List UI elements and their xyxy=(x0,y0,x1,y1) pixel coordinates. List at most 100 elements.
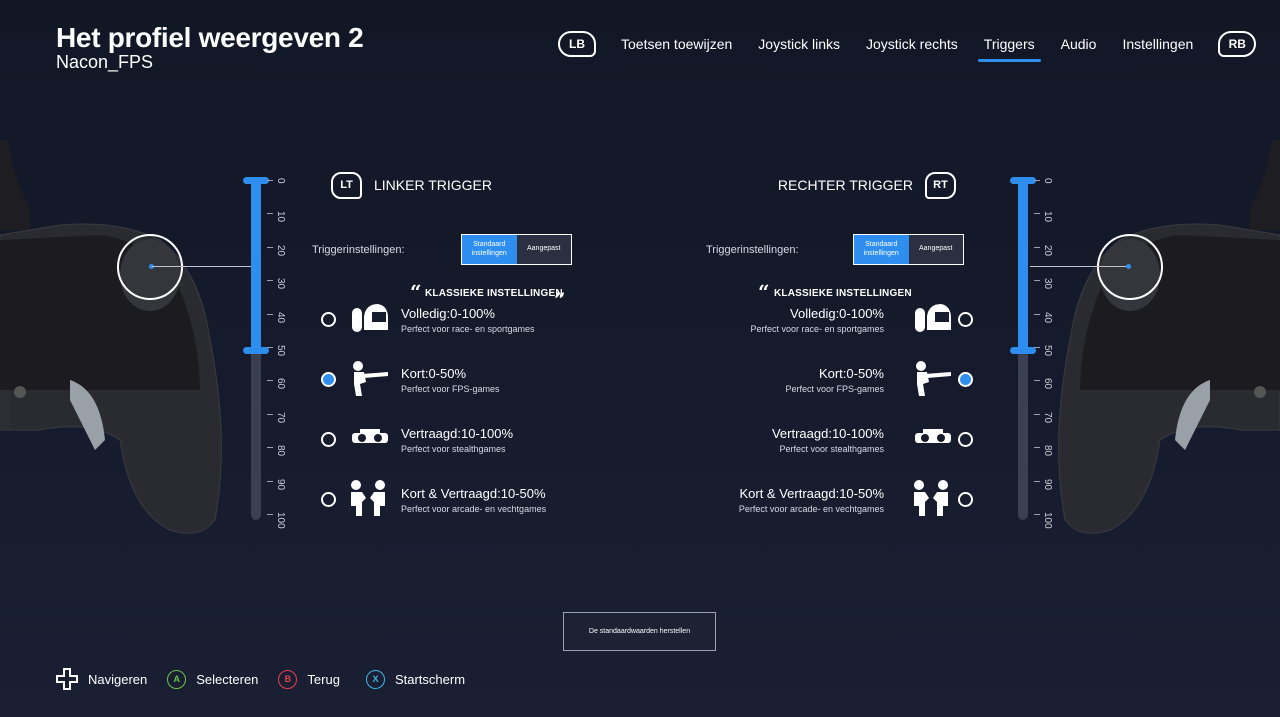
shooter-icon xyxy=(916,361,951,396)
slider-tick-mark xyxy=(267,413,273,415)
trigger-settings-toggle[interactable]: Standaard instellingen Aangepast xyxy=(853,234,964,265)
left-option-short[interactable]: Kort:0-50% Perfect voor FPS-games xyxy=(320,358,590,408)
right-option-delayed[interactable]: Vertraagd:10-100% Perfect voor stealthga… xyxy=(705,418,975,468)
tab-triggers[interactable]: Triggers xyxy=(977,30,1041,62)
option-subtitle: Perfect voor FPS-games xyxy=(401,384,500,394)
slider-tick-mark xyxy=(1034,413,1040,415)
slider-tick-label: 60 xyxy=(1042,378,1053,390)
slider-tick-label: 10 xyxy=(1042,211,1053,223)
reset-defaults-button[interactable]: De standaardwaarden herstellen xyxy=(563,612,716,651)
slider-tick-mark xyxy=(267,280,273,282)
right-controller-image xyxy=(1030,140,1280,540)
right-trigger-panel: RECHTER TRIGGER RT Triggerinstellingen: … xyxy=(704,170,964,302)
fighters-icon xyxy=(914,480,948,516)
option-radio[interactable] xyxy=(321,492,336,507)
option-title: Vertraagd:10-100% xyxy=(771,426,884,441)
slider-tick-label: 20 xyxy=(1042,244,1053,256)
slider-tick-label: 0 xyxy=(275,178,286,184)
slider-tick-mark xyxy=(267,347,273,348)
slider-tick-mark xyxy=(1034,180,1040,181)
option-radio[interactable] xyxy=(958,492,973,507)
slider-tick-mark xyxy=(267,380,273,382)
left-trigger-panel: LT LINKER TRIGGER Triggerinstellingen: S… xyxy=(312,170,572,310)
slider-tick-mark xyxy=(1034,480,1040,482)
custom-settings-option[interactable]: Aangepast xyxy=(908,235,963,264)
tab-joystick-rechts[interactable]: Joystick rechts xyxy=(860,30,964,58)
lb-bumper-icon[interactable]: LB xyxy=(558,31,596,57)
b-button-icon: B xyxy=(278,669,298,689)
tab-toetsen-toewijzen[interactable]: Toetsen toewijzen xyxy=(615,30,738,58)
slider-tick-mark xyxy=(267,180,273,181)
slider-tick-mark xyxy=(267,213,273,215)
option-title: Kort & Vertraagd:10-50% xyxy=(739,486,884,501)
left-option-delayed[interactable]: Vertraagd:10-100% Perfect voor stealthga… xyxy=(320,418,590,468)
option-title: Kort:0-50% xyxy=(818,366,884,381)
slider-tick-label: 100 xyxy=(275,512,286,529)
option-radio[interactable] xyxy=(321,432,336,447)
left-trigger-slider[interactable]: 0 10 20 30 40 50 60 70 80 90 100 xyxy=(243,176,317,529)
slider-tick-mark xyxy=(267,313,273,315)
option-title: Volledig:0-100% xyxy=(401,306,495,321)
profile-name: Nacon_FPS xyxy=(56,52,154,72)
right-trigger-slider[interactable]: 0 10 20 30 40 50 60 70 80 90 100 xyxy=(1010,176,1084,529)
goggles-icon xyxy=(352,429,388,443)
slider-tick-mark xyxy=(1034,313,1040,315)
slider-tick-mark xyxy=(1034,347,1040,348)
x-button-icon: X xyxy=(365,669,385,689)
right-option-short-delayed[interactable]: Kort & Vertraagd:10-50% Perfect voor arc… xyxy=(705,478,975,528)
slider-tick-label: 10 xyxy=(275,211,286,223)
slider-tick-label: 30 xyxy=(1042,278,1053,290)
tab-audio[interactable]: Audio xyxy=(1055,30,1103,58)
right-option-full[interactable]: Volledig:0-100% Perfect voor race- en sp… xyxy=(705,298,975,348)
slider-tick-label: 90 xyxy=(275,478,286,490)
helmet-icon xyxy=(352,304,388,332)
option-radio[interactable] xyxy=(321,372,336,387)
slider-ticks: 0 10 20 30 40 50 60 70 80 90 100 xyxy=(247,176,317,529)
slider-tick-mark xyxy=(1034,213,1040,215)
rb-bumper-icon[interactable]: RB xyxy=(1218,31,1257,57)
left-trigger-title: LINKER TRIGGER xyxy=(374,177,492,193)
standard-settings-option[interactable]: Standaard instellingen xyxy=(462,235,517,264)
slider-tick-mark xyxy=(267,514,273,515)
page-title: Het profiel weergeven 2 xyxy=(56,22,364,53)
slider-tick-label: 90 xyxy=(1042,478,1053,490)
standard-settings-option[interactable]: Standaard instellingen xyxy=(854,235,909,264)
fighters-icon xyxy=(351,480,385,516)
footer-hints: Navigeren A Selecteren B Terug X Startsc… xyxy=(56,668,485,690)
slider-tick-label: 100 xyxy=(1042,512,1053,529)
option-title: Kort:0-50% xyxy=(401,366,467,381)
right-option-short[interactable]: Kort:0-50% Perfect voor FPS-games xyxy=(705,358,975,408)
option-radio[interactable] xyxy=(958,312,973,327)
lt-trigger-icon: LT xyxy=(331,171,362,199)
slider-tick-mark xyxy=(267,447,273,449)
left-controller-image xyxy=(0,140,252,540)
left-option-full[interactable]: Volledig:0-100% Perfect voor race- en sp… xyxy=(320,298,590,348)
tab-instellingen[interactable]: Instellingen xyxy=(1116,30,1199,58)
rt-trigger-icon: RT xyxy=(925,171,956,199)
slider-tick-mark xyxy=(267,246,273,248)
slider-tick-mark xyxy=(1034,447,1040,449)
option-radio[interactable] xyxy=(321,312,336,327)
trigger-point xyxy=(1126,264,1131,269)
option-subtitle: Perfect voor stealthgames xyxy=(401,444,506,454)
a-button-icon: A xyxy=(167,669,187,689)
option-radio[interactable] xyxy=(958,432,973,447)
top-nav: LB Toetsen toewijzen Joystick links Joys… xyxy=(558,28,1257,62)
option-subtitle: Perfect voor FPS-games xyxy=(785,384,884,394)
tab-joystick-links[interactable]: Joystick links xyxy=(752,30,846,58)
slider-tick-label: 30 xyxy=(275,278,286,290)
slider-tick-label: 0 xyxy=(1042,178,1053,184)
custom-settings-option[interactable]: Aangepast xyxy=(516,235,571,264)
goggles-icon xyxy=(915,429,951,443)
slider-tick-mark xyxy=(1034,514,1040,515)
left-option-short-delayed[interactable]: Kort & Vertraagd:10-50% Perfect voor arc… xyxy=(320,478,590,528)
slider-tick-label: 20 xyxy=(275,244,286,256)
slider-tick-label: 50 xyxy=(275,345,286,357)
option-title: Volledig:0-100% xyxy=(790,306,884,321)
trigger-settings-toggle[interactable]: Standaard instellingen Aangepast xyxy=(461,234,572,265)
option-radio[interactable] xyxy=(958,372,973,387)
option-subtitle: Perfect voor stealthgames xyxy=(779,444,884,454)
slider-tick-label: 80 xyxy=(1042,445,1053,457)
slider-tick-label: 50 xyxy=(1042,345,1053,357)
navigate-hint: Navigeren xyxy=(88,671,148,687)
